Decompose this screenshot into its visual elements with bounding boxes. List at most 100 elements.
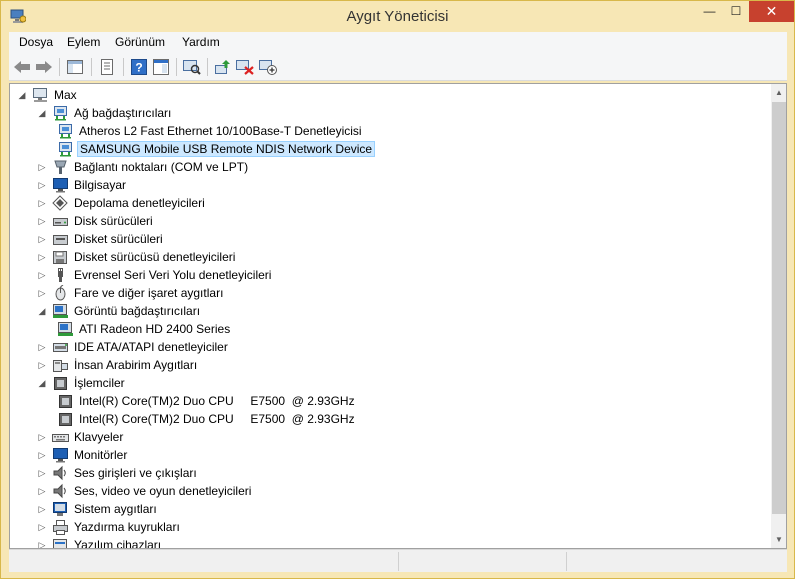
menu-gorunum[interactable]: Görünüm [115, 35, 165, 49]
menu-dosya[interactable]: Dosya [19, 35, 53, 49]
action-pane-icon [153, 59, 169, 75]
menu-eylem[interactable]: Eylem [67, 35, 100, 49]
expand-arrow-icon[interactable]: ▷ [36, 287, 48, 299]
expand-arrow-icon[interactable]: ▷ [36, 485, 48, 497]
uninstall-device-button[interactable] [234, 57, 256, 77]
display-adapter-icon [52, 303, 69, 319]
close-button[interactable]: ✕ [749, 1, 794, 22]
add-legacy-hardware-icon [259, 60, 277, 75]
tree-category[interactable]: ▷ Disk sürücüleri [36, 212, 155, 230]
action-pane-button[interactable] [150, 57, 172, 77]
status-pane-2 [399, 552, 567, 571]
expand-arrow-icon[interactable]: ▷ [36, 467, 48, 479]
tree-category[interactable]: ▷ Yazılım cihazları [36, 536, 163, 549]
tree-item-label: IDE ATA/ATAPI denetleyiciler [74, 340, 228, 354]
tree-item-label: Intel(R) Core(TM)2 Duo CPU E7500 @ 2.93G… [79, 412, 355, 426]
tree-category[interactable]: ◢ İşlemciler [36, 374, 127, 392]
tree-device[interactable]: Intel(R) Core(TM)2 Duo CPU E7500 @ 2.93G… [57, 410, 357, 428]
expand-arrow-icon[interactable]: ▷ [36, 503, 48, 515]
help-button[interactable]: ? [128, 57, 150, 77]
tree-device[interactable]: Intel(R) Core(TM)2 Duo CPU E7500 @ 2.93G… [57, 392, 357, 410]
status-pane-3 [567, 552, 787, 571]
show-hide-console-tree-icon [67, 60, 83, 74]
update-driver-button[interactable] [212, 57, 234, 77]
speaker-icon [52, 483, 69, 499]
expand-arrow-icon[interactable]: ▷ [36, 215, 48, 227]
tree-category[interactable]: ◢ Ağ bağdaştırıcıları [36, 104, 173, 122]
tree-item-label: Disket sürücüleri [74, 232, 163, 246]
tree-category[interactable]: ▷ Disket sürücüleri [36, 230, 165, 248]
tree-device[interactable]: ATI Radeon HD 2400 Series [57, 320, 232, 338]
scrollbar-thumb[interactable] [772, 102, 786, 514]
tree-category[interactable]: ▷ Bağlantı noktaları (COM ve LPT) [36, 158, 250, 176]
disk-drive-icon [52, 213, 69, 229]
tree-category[interactable]: ▷ Monitörler [36, 446, 129, 464]
back-button[interactable] [11, 57, 33, 77]
tree-item-label: Yazdırma kuyrukları [74, 520, 180, 534]
expand-arrow-icon[interactable]: ▷ [36, 269, 48, 281]
tree-item-label: Fare ve diğer işaret aygıtları [74, 286, 224, 300]
tree-category[interactable]: ▷ Sistem aygıtları [36, 500, 159, 518]
network-adapter-icon [57, 123, 74, 139]
expand-arrow-icon[interactable]: ▷ [36, 161, 48, 173]
maximize-button[interactable]: ☐ [723, 1, 749, 22]
scan-hardware-button[interactable] [181, 57, 203, 77]
expand-arrow-icon[interactable]: ▷ [36, 197, 48, 209]
properties-button[interactable] [96, 57, 118, 77]
expand-arrow-icon[interactable]: ▷ [36, 341, 48, 353]
collapse-arrow-icon[interactable]: ◢ [16, 89, 28, 101]
tree-item-label: Disk sürücüleri [74, 214, 153, 228]
software-device-icon [52, 537, 69, 548]
tree-category[interactable]: ▷ Ses girişleri ve çıkışları [36, 464, 199, 482]
expand-arrow-icon[interactable]: ▷ [36, 359, 48, 371]
show-hide-console-tree-button[interactable] [64, 57, 86, 77]
device-tree[interactable]: ◢ Max ◢ Ağ bağdaştırıcıları Atheros L2 Fas… [9, 83, 787, 549]
expand-arrow-icon[interactable]: ▷ [36, 233, 48, 245]
expand-arrow-icon[interactable]: ▷ [36, 539, 48, 549]
monitor-icon [52, 447, 69, 463]
collapse-arrow-icon[interactable]: ◢ [36, 377, 48, 389]
minimize-button[interactable]: — [696, 1, 723, 22]
port-icon [52, 159, 69, 175]
add-legacy-hardware-button[interactable] [257, 57, 279, 77]
scan-hardware-icon [183, 60, 201, 75]
menu-yardim[interactable]: Yardım [182, 35, 220, 49]
uninstall-device-icon [236, 60, 254, 75]
tree-item-label: Intel(R) Core(TM)2 Duo CPU E7500 @ 2.93G… [79, 394, 355, 408]
collapse-arrow-icon[interactable]: ◢ [36, 305, 48, 317]
expand-arrow-icon[interactable]: ▷ [36, 449, 48, 461]
tree-category[interactable]: ▷ Disket sürücüsü denetleyicileri [36, 248, 237, 266]
expand-arrow-icon[interactable]: ▷ [36, 251, 48, 263]
tree-item-label: Depolama denetleyicileri [74, 196, 205, 210]
collapse-arrow-icon[interactable]: ◢ [36, 107, 48, 119]
tree-category[interactable]: ▷ Bilgisayar [36, 176, 128, 194]
processor-icon [57, 411, 74, 427]
tree-item-label: İşlemciler [74, 376, 125, 390]
tree-category[interactable]: ▷ Fare ve diğer işaret aygıtları [36, 284, 225, 302]
help-icon: ? [131, 59, 147, 75]
tree-device[interactable]: SAMSUNG Mobile USB Remote NDIS Network D… [57, 140, 376, 158]
expand-arrow-icon[interactable]: ▷ [36, 521, 48, 533]
tree-category[interactable]: ▷ Depolama denetleyicileri [36, 194, 207, 212]
status-pane-1 [9, 552, 399, 571]
vertical-scrollbar[interactable]: ▲ ▼ [771, 84, 786, 548]
forward-button[interactable] [33, 57, 55, 77]
title-bar[interactable]: Aygıt Yöneticisi — ☐ ✕ [1, 1, 794, 32]
computer-icon [32, 87, 49, 103]
tree-device[interactable]: Atheros L2 Fast Ethernet 10/100Base-T De… [57, 122, 364, 140]
status-bar [9, 549, 787, 572]
tree-category[interactable]: ▷ Evrensel Seri Veri Yolu denetleyicileri [36, 266, 273, 284]
tree-category[interactable]: ▷ IDE ATA/ATAPI denetleyiciler [36, 338, 230, 356]
scroll-up-arrow-icon[interactable]: ▲ [771, 84, 786, 101]
tree-category[interactable]: ▷ Yazdırma kuyrukları [36, 518, 182, 536]
tree-category[interactable]: ▷ İnsan Arabirim Aygıtları [36, 356, 199, 374]
tree-category[interactable]: ◢ Görüntü bağdaştırıcıları [36, 302, 202, 320]
scroll-down-arrow-icon[interactable]: ▼ [771, 531, 786, 548]
tree-category[interactable]: ▷ Ses, video ve oyun denetleyicileri [36, 482, 253, 500]
expand-arrow-icon[interactable]: ▷ [36, 431, 48, 443]
tree-item-label: Ses girişleri ve çıkışları [74, 466, 197, 480]
tree-item-label: SAMSUNG Mobile USB Remote NDIS Network D… [77, 141, 376, 157]
tree-root-max[interactable]: ◢ Max [16, 86, 79, 104]
tree-category[interactable]: ▷ Klavyeler [36, 428, 125, 446]
expand-arrow-icon[interactable]: ▷ [36, 179, 48, 191]
